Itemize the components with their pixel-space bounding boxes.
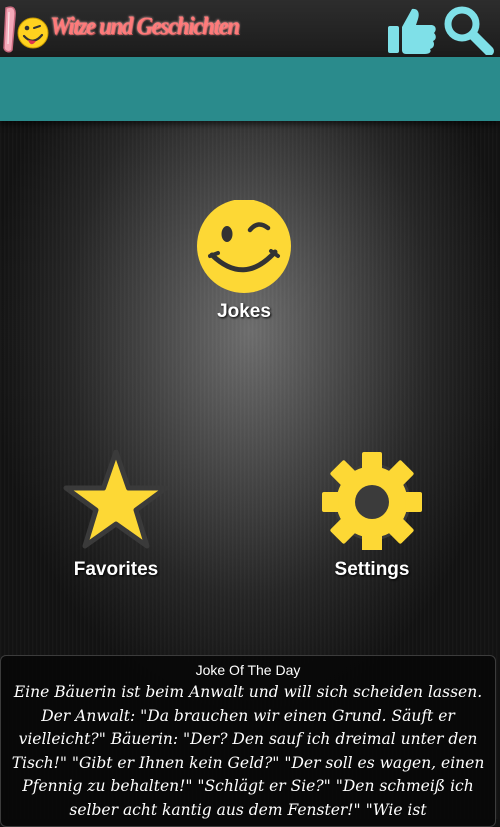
- gear-icon: [322, 452, 422, 550]
- winking-smiley-icon: [197, 200, 291, 293]
- joke-of-the-day-text: Eine Bäuerin ist beim Anwalt und will si…: [11, 683, 485, 819]
- settings-button[interactable]: Settings: [302, 450, 442, 590]
- jokes-button[interactable]: Jokes: [174, 200, 314, 340]
- winking-emoji-logo-icon: [3, 6, 49, 53]
- joke-of-the-day-panel[interactable]: Joke Of The Day Eine Bäuerin ist beim An…: [0, 655, 496, 827]
- search-icon[interactable]: [442, 5, 494, 55]
- action-bar: [0, 57, 500, 121]
- title-bar: Witze und Geschichten: [0, 0, 500, 57]
- favorites-label: Favorites: [73, 559, 159, 580]
- jokes-label: Jokes: [217, 301, 271, 322]
- settings-label: Settings: [334, 559, 410, 580]
- joke-of-the-day-title: Joke Of The Day: [195, 662, 301, 678]
- thumbs-up-icon[interactable]: [385, 5, 437, 55]
- favorites-button[interactable]: Favorites: [46, 450, 186, 590]
- app-title: Witze und Geschichten: [50, 13, 240, 40]
- star-icon: [63, 450, 169, 549]
